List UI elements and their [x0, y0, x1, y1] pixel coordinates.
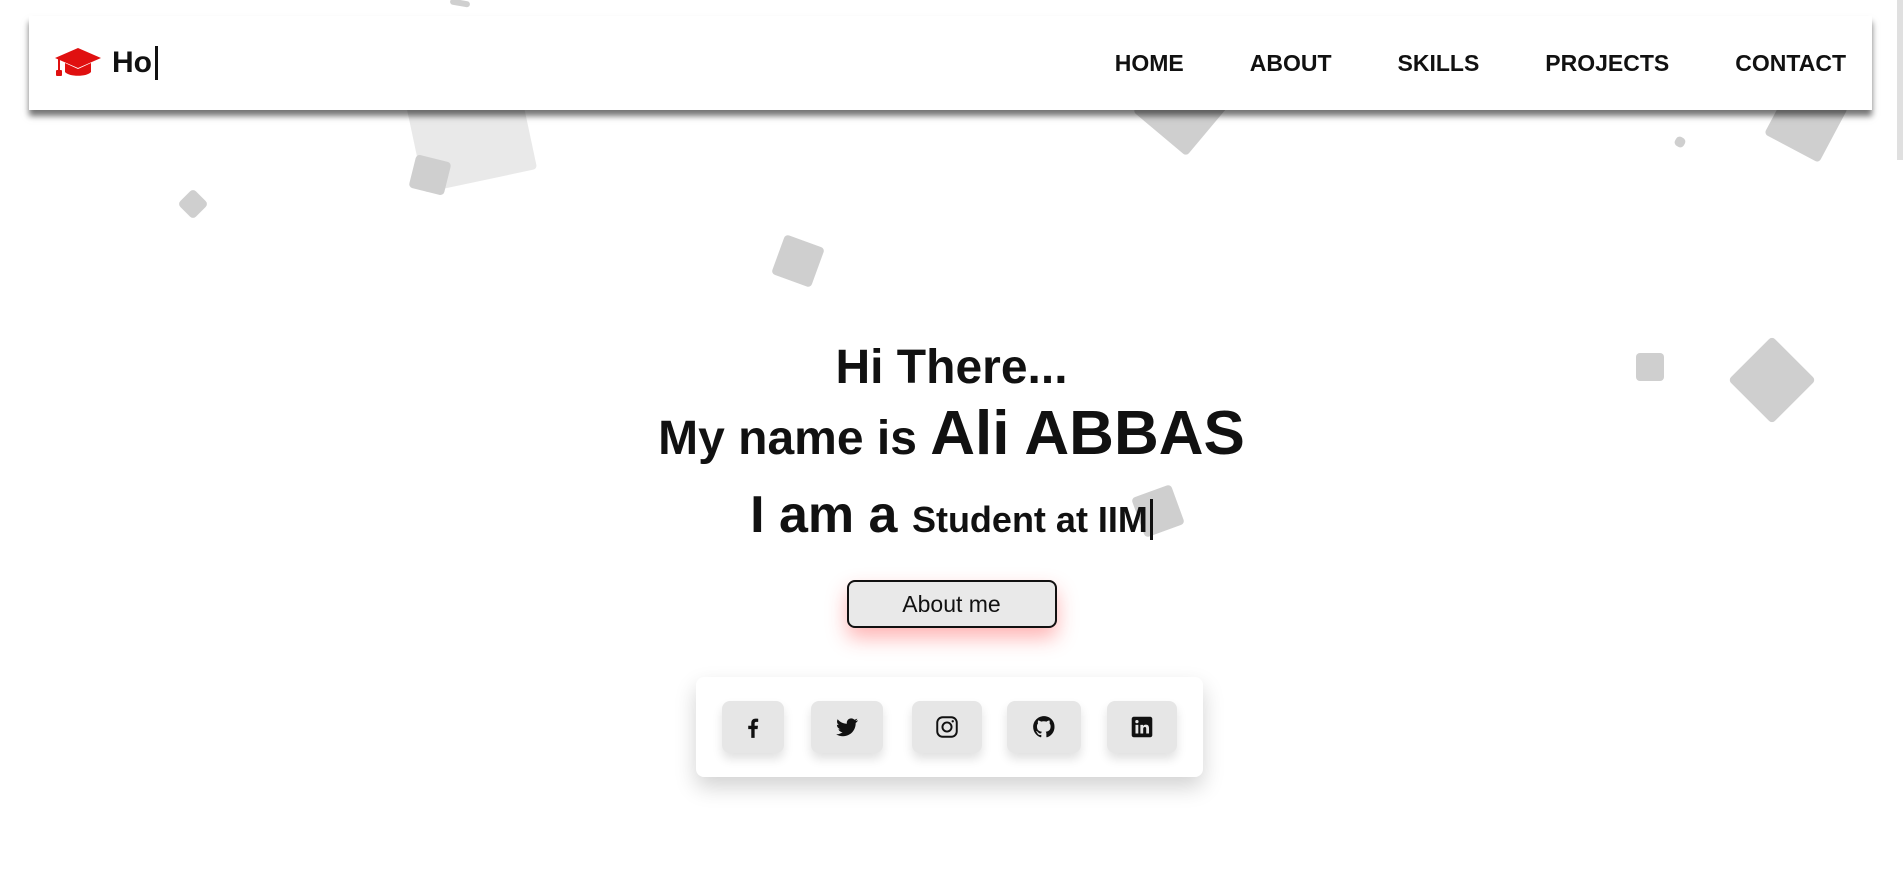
main-nav: HOME ABOUT SKILLS PROJECTS CONTACT [1049, 50, 1846, 77]
decorative-square [177, 188, 209, 220]
github-link[interactable] [1007, 701, 1081, 753]
brand-logo[interactable]: Ho [54, 46, 158, 80]
about-me-button[interactable]: About me [846, 580, 1057, 628]
nav-skills[interactable]: SKILLS [1398, 50, 1480, 77]
hero-name: Ali ABBAS [930, 399, 1245, 468]
graduation-cap-icon [55, 48, 101, 76]
hero-role-line: I am a Student at IIM [0, 485, 1903, 550]
github-icon [1033, 716, 1055, 738]
hero-name-prefix: My name is [658, 412, 917, 465]
decorative-square [771, 234, 825, 288]
site-header: Ho HOME ABOUT SKILLS PROJECTS CONTACT [29, 16, 1872, 110]
hero-role-prefix: I am a [750, 486, 898, 544]
nav-contact[interactable]: CONTACT [1735, 50, 1846, 77]
social-links [696, 677, 1203, 777]
nav-home[interactable]: HOME [1115, 50, 1184, 77]
scrollbar[interactable] [1897, 0, 1903, 160]
decorative-square [449, 0, 471, 8]
hero-greeting: Hi There... [835, 341, 1068, 394]
decorative-square [1673, 135, 1687, 149]
brand-text: Ho [112, 46, 158, 80]
nav-about[interactable]: ABOUT [1250, 50, 1332, 77]
nav-projects[interactable]: PROJECTS [1545, 50, 1669, 77]
linkedin-icon [1131, 716, 1153, 738]
hero-role-typed: Student at IIM [911, 499, 1153, 540]
facebook-icon [748, 718, 759, 738]
hero-section: Hi There... My name is Ali ABBAS I am a … [0, 338, 1903, 628]
facebook-link[interactable] [722, 701, 784, 753]
decorative-square [408, 154, 452, 196]
instagram-icon [936, 716, 958, 738]
page: Ho HOME ABOUT SKILLS PROJECTS CONTACT Hi… [0, 0, 1903, 888]
hero-name-line: My name is Ali ABBAS [0, 398, 1903, 475]
twitter-link[interactable] [811, 701, 883, 753]
twitter-icon [836, 718, 858, 737]
instagram-link[interactable] [912, 701, 982, 753]
linkedin-link[interactable] [1107, 701, 1177, 753]
